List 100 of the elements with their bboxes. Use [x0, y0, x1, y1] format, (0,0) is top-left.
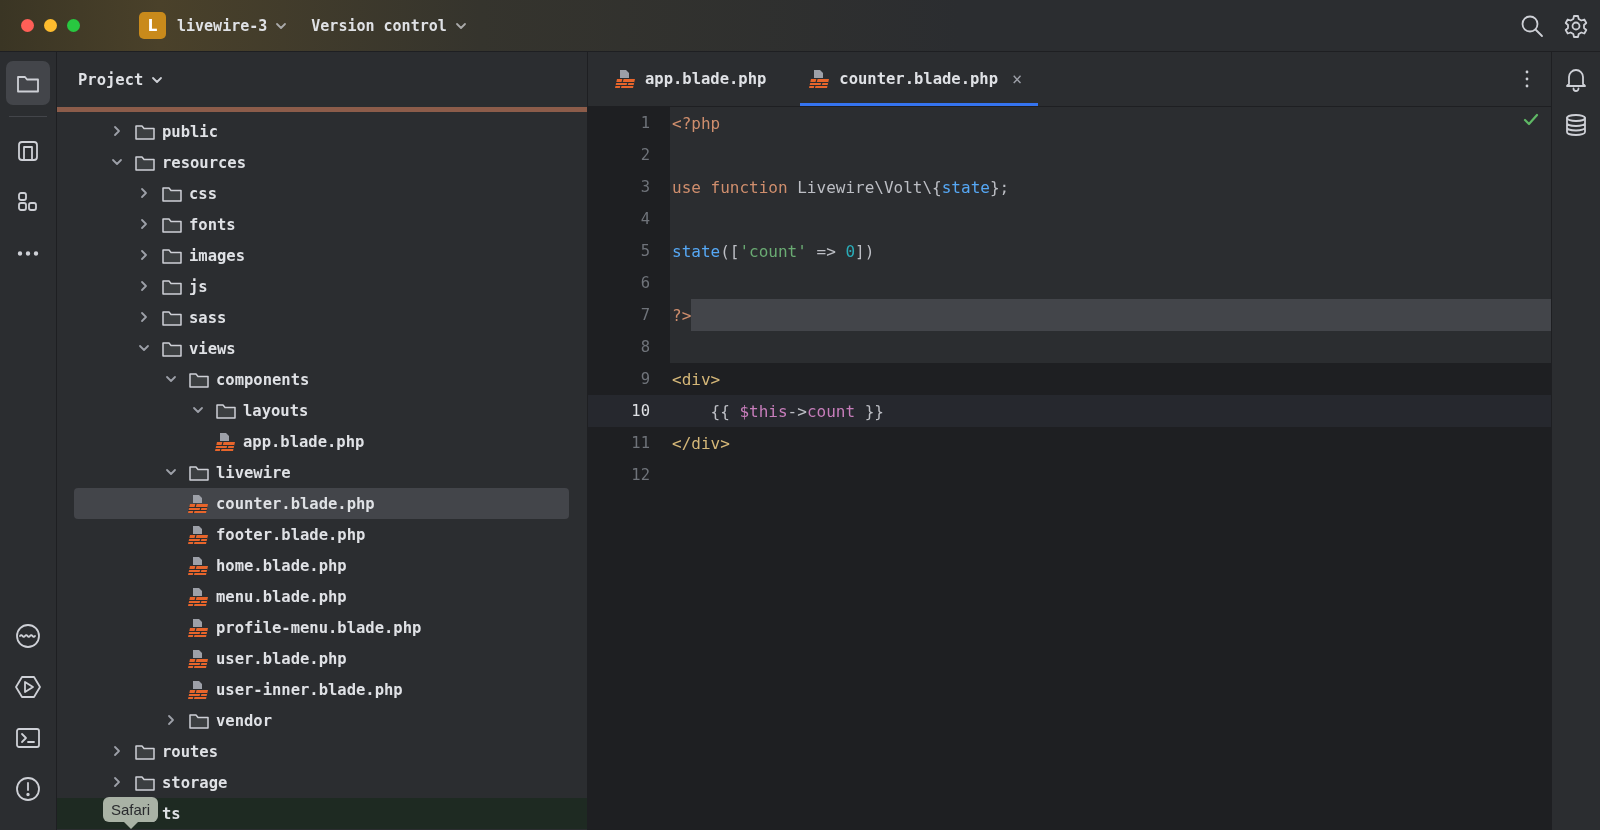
problems-icon — [14, 775, 42, 803]
tree-item[interactable]: counter.blade.php — [74, 488, 569, 519]
tree-item[interactable]: components — [74, 364, 569, 395]
vcs-menu[interactable]: Version control — [311, 16, 467, 35]
code-token: use function — [672, 177, 789, 197]
blade-file-icon — [188, 524, 210, 545]
blade-file-icon — [188, 493, 210, 514]
bell-icon[interactable] — [1563, 66, 1589, 92]
close-icon[interactable]: × — [1011, 69, 1023, 89]
tool-window-button[interactable] — [6, 61, 50, 105]
blade-file-icon — [188, 617, 210, 638]
wave-icon — [14, 622, 42, 650]
tree-item-label: resources — [162, 153, 246, 172]
panel-title-dropdown[interactable]: Project — [78, 70, 164, 89]
code-token: <div> — [672, 369, 721, 389]
tree-item-label: images — [189, 246, 245, 265]
folder-icon — [161, 246, 183, 265]
tree-item-label: menu.blade.php — [216, 587, 347, 606]
tree-item[interactable]: home.blade.php — [74, 550, 569, 581]
folder-icon — [134, 122, 156, 141]
folder-icon — [134, 742, 156, 761]
tree-item-label: routes — [162, 742, 218, 761]
folder-icon — [161, 184, 183, 203]
tree-item[interactable]: public — [74, 116, 569, 147]
check-icon — [1523, 113, 1539, 127]
tree-item[interactable]: vendor — [74, 705, 569, 736]
tree-item[interactable]: layouts — [74, 395, 569, 426]
tree-item-label: public — [162, 122, 218, 141]
tree-item-label: profile-menu.blade.php — [216, 618, 422, 637]
code-token: }; — [989, 177, 1010, 197]
tree-item[interactable]: fonts — [74, 209, 569, 240]
blade-file-icon — [188, 679, 210, 700]
blade-file-icon — [615, 69, 637, 89]
code-token: </div> — [672, 433, 730, 453]
tree-item-label: js — [189, 277, 208, 296]
blade-file-icon — [188, 586, 210, 607]
tree-item-label: counter.blade.php — [216, 494, 375, 513]
code-token: 'count' — [739, 241, 807, 261]
tree-item-label: storage — [162, 773, 228, 792]
tree-item[interactable]: footer.blade.php — [74, 519, 569, 550]
tree-item-label: components — [216, 370, 310, 389]
tree-item[interactable]: routes — [74, 736, 569, 767]
tree-item-label: views — [189, 339, 236, 358]
tree-item-label: app.blade.php — [243, 432, 365, 451]
tree-item[interactable]: user-inner.blade.php — [74, 674, 569, 705]
tree-item-label: user.blade.php — [216, 649, 347, 668]
tree-item[interactable]: livewire — [74, 457, 569, 488]
blade-file-icon — [188, 555, 210, 576]
settings-icon[interactable] — [1564, 13, 1588, 38]
tree-item[interactable]: app.blade.php — [74, 426, 569, 457]
project-badge: L — [139, 12, 166, 39]
project-selector[interactable]: livewire-3 — [177, 16, 288, 35]
tree-item-label: css — [189, 184, 217, 203]
code-token: $this — [739, 401, 788, 421]
folder-icon — [161, 339, 183, 358]
code-token: ?> — [672, 305, 692, 325]
folder-icon — [215, 401, 237, 420]
blade-file-icon — [188, 648, 210, 669]
tree-item-label: user-inner.blade.php — [216, 680, 403, 699]
tree-item[interactable]: css — [74, 178, 569, 209]
blade-file-icon — [809, 69, 832, 89]
tree-item[interactable]: menu.blade.php — [74, 581, 569, 612]
tree-item-label: livewire — [216, 463, 291, 482]
folder-icon — [161, 308, 183, 327]
code-token: state — [941, 177, 990, 197]
window-controls[interactable] — [21, 19, 80, 32]
database-icon[interactable] — [1563, 112, 1589, 138]
blade-file-icon — [215, 431, 237, 452]
tree-item[interactable]: js — [74, 271, 569, 302]
tree-item[interactable]: profile-menu.blade.php — [74, 612, 569, 643]
tree-item-label: footer.blade.php — [216, 525, 366, 544]
folder-icon — [134, 773, 156, 792]
tree-item[interactable]: storage — [74, 767, 569, 798]
code-token: <?php — [672, 113, 721, 133]
editor-tab[interactable]: app.blade.php — [606, 52, 785, 106]
tree-item[interactable]: resources — [74, 147, 569, 178]
tree-item-label: vendor — [216, 711, 272, 730]
code-token: => — [815, 241, 837, 261]
search-icon[interactable] — [1520, 13, 1544, 38]
folder-icon — [134, 153, 156, 172]
code-token: Livewire\Volt\{ — [797, 177, 942, 197]
tree-item[interactable]: views — [74, 333, 569, 364]
code-token: ]) — [855, 241, 875, 261]
folder-icon — [161, 277, 183, 296]
more-vertical-icon[interactable] — [1525, 70, 1529, 88]
tree-item-label: home.blade.php — [216, 556, 347, 575]
folder-icon — [188, 370, 210, 389]
tree-item[interactable]: sass — [74, 302, 569, 333]
tree-item[interactable]: images — [74, 240, 569, 271]
tree-item-label: fonts — [189, 215, 236, 234]
tree-item-label: ts — [162, 804, 181, 823]
code-token: state — [672, 241, 721, 261]
tree-item-label: sass — [189, 308, 227, 327]
tree-item[interactable]: user.blade.php — [74, 643, 569, 674]
code-token: }} — [863, 401, 884, 421]
folder-icon — [161, 215, 183, 234]
code-token: 0 — [845, 241, 856, 261]
tooltip-pointer — [123, 822, 138, 829]
run-icon — [14, 673, 42, 701]
folder-icon — [188, 463, 210, 482]
